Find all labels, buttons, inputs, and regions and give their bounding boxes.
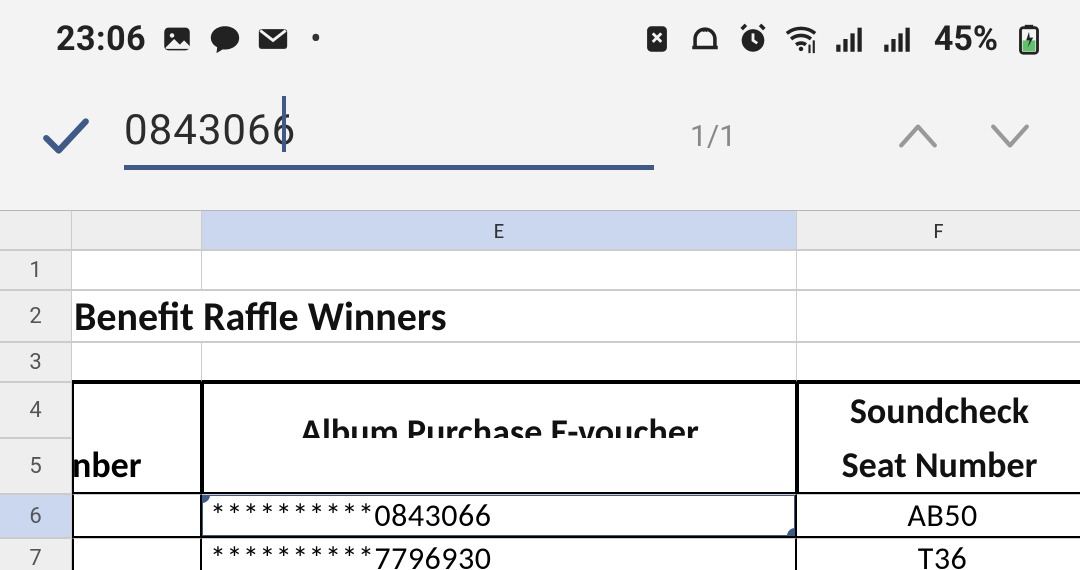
spreadsheet[interactable]: E F 1 2 Benefit Raffle Winners 3 4 Album…	[0, 210, 1080, 570]
header-cell-d-bot[interactable]: nber	[72, 438, 202, 494]
card-icon	[640, 22, 674, 56]
mail-icon	[256, 22, 290, 56]
find-bar: 0843066 1/1	[0, 70, 1080, 210]
row-gutter[interactable]: 7	[0, 538, 72, 570]
next-match-button[interactable]	[980, 106, 1040, 166]
cell[interactable]	[797, 290, 1080, 342]
row-gutter[interactable]: 3	[0, 342, 72, 382]
row-gutter[interactable]: 1	[0, 250, 72, 290]
header-f-line1: Soundcheck	[850, 389, 1029, 433]
sheet-title: Benefit Raffle Winners	[74, 292, 447, 341]
row-6: 6 **********0843066 AB50	[0, 494, 1080, 538]
input-underline	[124, 165, 654, 170]
row-gutter[interactable]: 2	[0, 290, 72, 342]
cell[interactable]	[72, 342, 202, 382]
battery-icon	[1012, 22, 1046, 56]
header-cell-d-top[interactable]	[72, 382, 202, 438]
cell-value: **********0843066	[210, 496, 491, 535]
confirm-button[interactable]	[40, 115, 92, 157]
header-cell-f-top[interactable]: Soundcheck	[797, 382, 1080, 438]
cell[interactable]	[797, 342, 1080, 382]
status-left: 23:06 •	[56, 19, 322, 59]
row-2: 2 Benefit Raffle Winners	[0, 290, 1080, 342]
header-d-fragment: nber	[72, 443, 142, 487]
status-bar: 23:06 • 45%	[0, 0, 1080, 70]
cell-e7[interactable]: **********7796930	[202, 538, 797, 570]
header-cell-f-bot[interactable]: Seat Number	[797, 438, 1080, 494]
column-header-row: E F	[0, 210, 1080, 250]
search-input[interactable]: 0843066	[124, 102, 654, 170]
header-cell-e-bot[interactable]	[202, 438, 797, 494]
header-cell-e-top[interactable]: Album Purchase E-voucher	[202, 382, 797, 438]
cell[interactable]	[72, 494, 202, 538]
col-header-f[interactable]: F	[797, 210, 1080, 250]
header-f-line2: Seat Number	[842, 443, 1038, 487]
corner-cell[interactable]	[0, 210, 72, 250]
wifi-icon	[784, 22, 818, 56]
cell[interactable]	[72, 538, 202, 570]
cell-value: AB50	[907, 496, 977, 535]
cell[interactable]	[202, 250, 797, 290]
cell-f7[interactable]: T36	[797, 538, 1080, 570]
col-header-d[interactable]	[72, 210, 202, 250]
status-right: 45%	[640, 19, 1046, 59]
title-cell[interactable]: Benefit Raffle Winners	[72, 290, 202, 342]
battery-text: 45%	[934, 19, 998, 59]
cell-f6[interactable]: AB50	[797, 494, 1080, 538]
dnd-icon	[688, 22, 722, 56]
match-count: 1/1	[690, 119, 736, 154]
prev-match-button[interactable]	[888, 106, 948, 166]
row-1: 1	[0, 250, 1080, 290]
cell-e6[interactable]: **********0843066	[202, 494, 797, 538]
text-caret	[282, 96, 286, 152]
row-gutter[interactable]: 6	[0, 494, 72, 538]
signal-2-icon	[880, 22, 914, 56]
row-7: 7 **********7796930 T36	[0, 538, 1080, 570]
row-3: 3	[0, 342, 1080, 382]
signal-1-icon	[832, 22, 866, 56]
cell-value: T36	[918, 539, 968, 570]
cell[interactable]	[202, 342, 797, 382]
row-gutter[interactable]: 4	[0, 382, 72, 438]
alarm-icon	[736, 22, 770, 56]
chat-icon	[208, 22, 242, 56]
col-header-e[interactable]: E	[202, 210, 797, 250]
cell[interactable]	[72, 250, 202, 290]
row-5: 5 nber Seat Number	[0, 438, 1080, 494]
row-gutter[interactable]: 5	[0, 438, 72, 494]
selection-handle[interactable]	[787, 528, 797, 538]
header-e-label: Album Purchase E-voucher	[204, 410, 795, 438]
selection-handle[interactable]	[202, 494, 210, 503]
image-icon	[160, 22, 194, 56]
search-value: 0843066	[124, 102, 296, 165]
cell-value: **********7796930	[210, 539, 491, 570]
row-4: 4 Album Purchase E-voucher Soundcheck	[0, 382, 1080, 438]
cell[interactable]	[797, 250, 1080, 290]
status-time: 23:06	[56, 19, 146, 59]
